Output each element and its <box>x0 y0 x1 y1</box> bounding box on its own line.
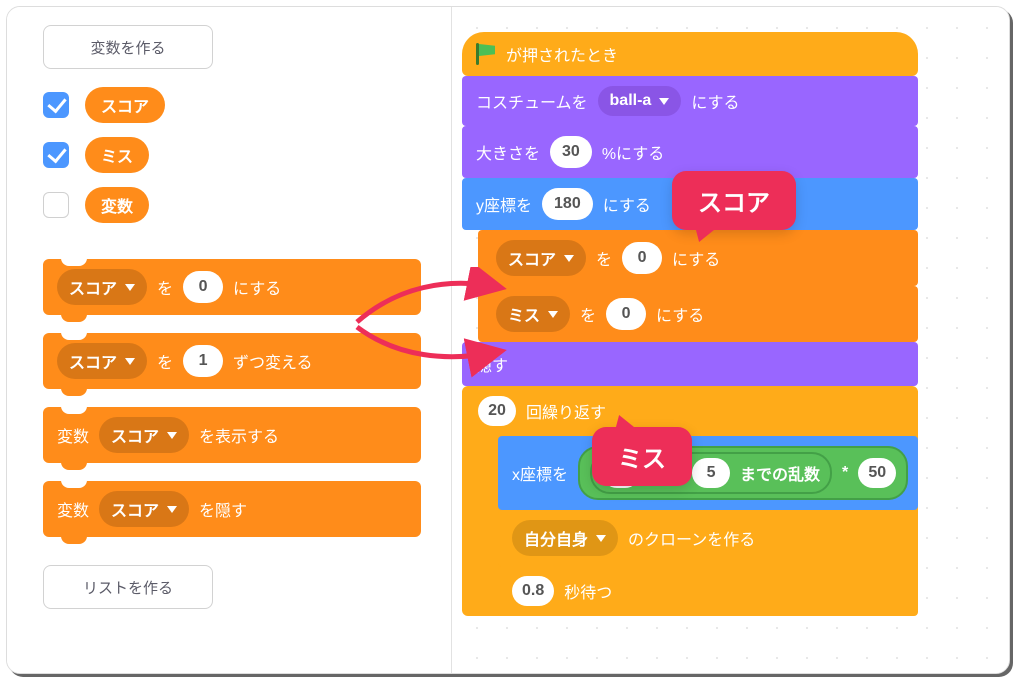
block-text: を隠す <box>199 497 247 521</box>
block-text: を <box>596 246 612 270</box>
block-text: にする <box>691 89 739 113</box>
number-input[interactable]: 20 <box>478 396 516 426</box>
block-set-miss[interactable]: ミス を 0 にする <box>478 286 918 342</box>
callout-miss: ミス <box>592 427 692 486</box>
block-text: * <box>842 464 848 482</box>
block-text: が押されたとき <box>506 42 618 66</box>
block-when-flag-clicked[interactable]: が押されたとき <box>462 32 918 76</box>
dropdown-variable[interactable]: スコア <box>496 240 586 276</box>
block-text: 回繰り返す <box>526 399 606 423</box>
callout-score: スコア <box>672 171 796 230</box>
block-text: 隠す <box>476 352 508 376</box>
checkbox-score[interactable] <box>43 92 69 118</box>
block-text: のクローンを作る <box>628 526 755 550</box>
variable-chip-score[interactable]: スコア <box>85 87 165 123</box>
number-input[interactable]: 5 <box>692 458 730 488</box>
number-input[interactable]: 0 <box>183 271 223 303</box>
chevron-down-icon <box>125 358 135 365</box>
block-palette: 変数を作る スコア ミス 変数 スコア <box>7 7 452 673</box>
checkbox-miss[interactable] <box>43 142 69 168</box>
block-hide-variable[interactable]: 変数 スコア を隠す <box>43 481 421 537</box>
block-text: にする <box>603 192 651 216</box>
block-text: y座標を <box>476 192 532 216</box>
chevron-down-icon <box>167 506 177 513</box>
variable-chip-generic[interactable]: 変数 <box>85 187 149 223</box>
dropdown-label: ミス <box>508 302 540 326</box>
make-variable-button[interactable]: 変数を作る <box>43 25 213 69</box>
block-text: を表示する <box>199 423 279 447</box>
dropdown-label: スコア <box>69 349 117 373</box>
dropdown-label: ball-a <box>610 92 652 110</box>
block-set-x[interactable]: x座標を 0 から 5 までの乱数 * 50 <box>498 436 918 510</box>
block-repeat[interactable]: 20 回繰り返す x座標を 0 から 5 ま <box>462 386 918 616</box>
number-input[interactable]: 0 <box>622 242 662 274</box>
variable-row-generic: 変数 <box>43 187 421 223</box>
block-text: 変数 <box>57 423 89 447</box>
variable-row-score: スコア <box>43 87 421 123</box>
checkbox-generic[interactable] <box>43 192 69 218</box>
number-input[interactable]: 0 <box>606 298 646 330</box>
app-frame: 変数を作る スコア ミス 変数 スコア <box>6 6 1010 674</box>
variable-chip-miss[interactable]: ミス <box>85 137 149 173</box>
block-text: 変数 <box>57 497 89 521</box>
chevron-down-icon <box>564 255 574 262</box>
variable-row-miss: ミス <box>43 137 421 173</box>
block-text: 大きさを <box>476 140 540 164</box>
block-text: %にする <box>602 140 664 164</box>
block-text: を <box>157 349 173 373</box>
block-change-variable[interactable]: スコア を 1 ずつ変える <box>43 333 421 389</box>
number-input[interactable]: 50 <box>858 458 896 488</box>
block-create-clone[interactable]: 自分自身 のクローンを作る <box>498 510 918 566</box>
dropdown-label: スコア <box>111 423 159 447</box>
block-text: 秒待つ <box>564 579 612 603</box>
block-text: までの乱数 <box>740 461 820 485</box>
dropdown-label: 自分自身 <box>524 526 588 550</box>
chevron-down-icon <box>125 284 135 291</box>
number-input[interactable]: 1 <box>183 345 223 377</box>
block-text: コスチュームを <box>476 89 588 113</box>
block-set-variable[interactable]: スコア を 0 にする <box>43 259 421 315</box>
dropdown-variable[interactable]: ミス <box>496 296 570 332</box>
dropdown-label: スコア <box>111 497 159 521</box>
block-text: を <box>157 275 173 299</box>
block-text: にする <box>233 275 281 299</box>
block-hide[interactable]: 隠す <box>462 342 918 386</box>
chevron-down-icon <box>596 535 606 542</box>
dropdown-variable[interactable]: スコア <box>57 343 147 379</box>
block-wait[interactable]: 0.8 秒待つ <box>498 566 918 616</box>
block-text: にする <box>672 246 720 270</box>
dropdown-variable[interactable]: スコア <box>99 417 189 453</box>
block-text: を <box>580 302 596 326</box>
script-stack[interactable]: が押されたとき コスチュームを ball-a にする 大きさを 30 %にす <box>462 32 918 616</box>
chevron-down-icon <box>167 432 177 439</box>
dropdown-label: スコア <box>508 246 556 270</box>
chevron-down-icon <box>659 98 669 105</box>
block-show-variable[interactable]: 変数 スコア を表示する <box>43 407 421 463</box>
dropdown-costume[interactable]: ball-a <box>598 86 682 116</box>
block-text: x座標を <box>512 461 568 485</box>
make-list-button[interactable]: リストを作る <box>43 565 213 609</box>
number-input[interactable]: 180 <box>542 188 593 220</box>
block-text: ずつ変える <box>233 349 313 373</box>
number-input[interactable]: 0.8 <box>512 576 554 606</box>
dropdown-clone-target[interactable]: 自分自身 <box>512 520 618 556</box>
number-input[interactable]: 30 <box>550 136 592 168</box>
block-switch-costume[interactable]: コスチュームを ball-a にする <box>462 76 918 126</box>
chevron-down-icon <box>548 311 558 318</box>
dropdown-variable[interactable]: スコア <box>99 491 189 527</box>
dropdown-label: スコア <box>69 275 117 299</box>
script-canvas[interactable]: が押されたとき コスチュームを ball-a にする 大きさを 30 %にす <box>452 7 1009 673</box>
dropdown-variable[interactable]: スコア <box>57 269 147 305</box>
green-flag-icon <box>474 43 496 65</box>
block-text: にする <box>656 302 704 326</box>
